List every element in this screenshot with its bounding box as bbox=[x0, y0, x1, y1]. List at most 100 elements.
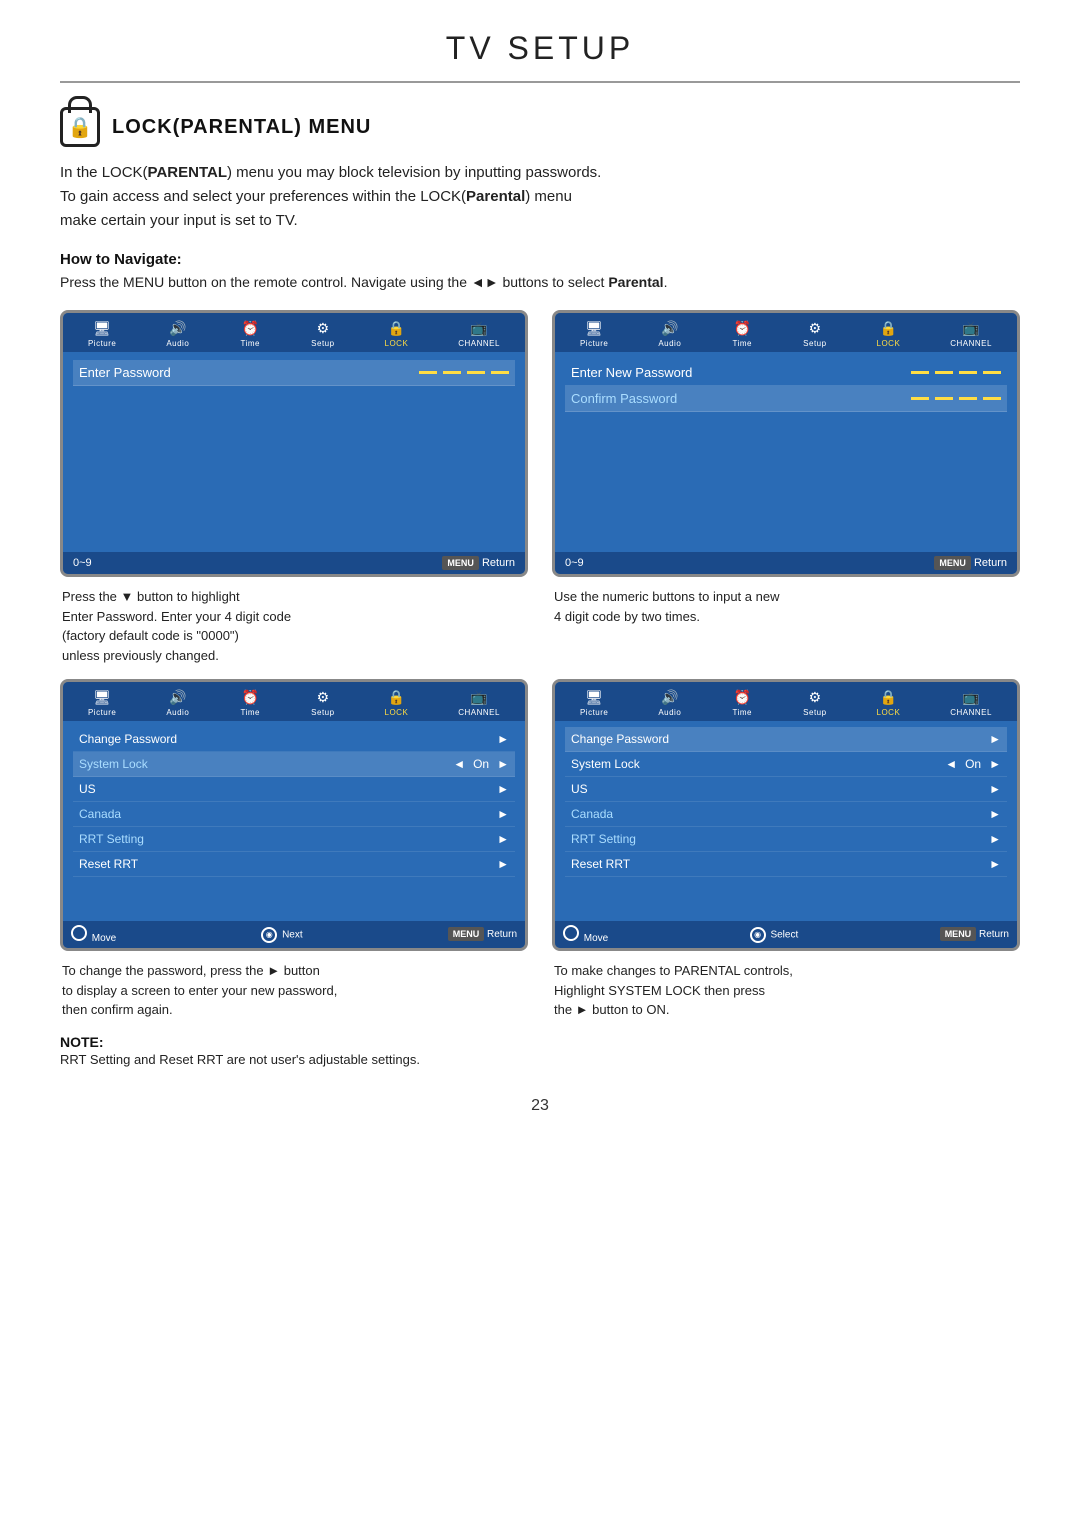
change-password-arrow-4: ► bbox=[989, 732, 1001, 746]
screen1-content: Enter Password bbox=[63, 352, 525, 552]
circle-move-icon-4 bbox=[563, 925, 579, 941]
canada-label: Canada bbox=[79, 807, 497, 821]
screen2-content: Enter New Password Confirm Password bbox=[555, 352, 1017, 552]
lock-menu-icon-2: 🔒 bbox=[877, 319, 899, 337]
screen1-keys: 0~9 bbox=[73, 557, 92, 569]
picture-icon-3: 🖥 bbox=[91, 688, 113, 706]
lock-canada-4: Canada ► bbox=[565, 802, 1007, 827]
menu-item-setup-3: ⚙ Setup bbox=[311, 688, 334, 717]
lock-menu-icon-3: 🔒 bbox=[385, 688, 407, 706]
screen4: 🖥 Picture 🔊 Audio ⏰ Time ⚙ Setup bbox=[552, 679, 1020, 951]
screen1: 🖥 Picture 🔊 Audio ⏰ Time ⚙ Setup bbox=[60, 310, 528, 577]
screen4-caption: To make changes to PARENTAL controls, Hi… bbox=[552, 961, 1020, 1020]
screen2-return-group: MENU Return bbox=[934, 557, 1007, 569]
dash-n4 bbox=[983, 371, 1001, 374]
lock-menu-icon-4: 🔒 bbox=[877, 688, 899, 706]
system-lock-left-arrow: ◄ bbox=[453, 757, 465, 771]
audio-icon: 🔊 bbox=[167, 319, 189, 337]
system-lock-arrow: ► bbox=[497, 757, 509, 771]
menu-bar-2: 🖥 Picture 🔊 Audio ⏰ Time ⚙ Setup bbox=[555, 313, 1017, 352]
time-icon-3: ⏰ bbox=[239, 688, 261, 706]
screen3-return-group: MENU Return bbox=[448, 929, 517, 940]
system-lock-label-4: System Lock bbox=[571, 757, 945, 771]
lock-menu-icon: 🔒 bbox=[385, 319, 407, 337]
dash3 bbox=[467, 371, 485, 374]
menu-bar-3: 🖥 Picture 🔊 Audio ⏰ Time ⚙ Setup bbox=[63, 682, 525, 721]
change-password-arrow: ► bbox=[497, 732, 509, 746]
change-password-label: Change Password bbox=[79, 732, 497, 746]
screen3-next-group: ◉ Next bbox=[261, 927, 302, 943]
lock-rrt-setting: RRT Setting ► bbox=[73, 827, 515, 852]
lock-icon: 🔒 bbox=[60, 107, 100, 147]
screen4-bottom: Move ◉ Select MENU Return bbox=[555, 921, 1017, 948]
section-header: 🔒 LOCK(PARENTAL) MENU bbox=[60, 107, 1020, 147]
audio-icon-4: 🔊 bbox=[659, 688, 681, 706]
menu-item-picture-2: 🖥 Picture bbox=[580, 319, 608, 348]
menu-btn-4: MENU bbox=[940, 927, 977, 941]
description: In the LOCK(PARENTAL) menu you may block… bbox=[60, 161, 1020, 233]
enter-new-password-label: Enter New Password bbox=[571, 365, 903, 380]
screen1-wrap: 🖥 Picture 🔊 Audio ⏰ Time ⚙ Setup bbox=[60, 310, 528, 665]
circle-select-icon-4: ◉ bbox=[750, 927, 766, 943]
screen4-content: Change Password ► System Lock ◄ On ► US … bbox=[555, 721, 1017, 921]
how-to-label: How to Navigate: bbox=[60, 251, 1020, 268]
menu-item-lock-4: 🔒 LOCK bbox=[877, 688, 901, 717]
reset-rrt-label: Reset RRT bbox=[79, 857, 497, 871]
us-label-4: US bbox=[571, 782, 989, 796]
rrt-setting-label-4: RRT Setting bbox=[571, 832, 989, 846]
screen3-spacer bbox=[73, 877, 515, 897]
screen2-spacer bbox=[565, 412, 1007, 512]
us-label: US bbox=[79, 782, 497, 796]
dash-n3 bbox=[959, 371, 977, 374]
screen2-caption: Use the numeric buttons to input a new 4… bbox=[552, 587, 1020, 626]
canada-arrow: ► bbox=[497, 807, 509, 821]
lock-reset-rrt: Reset RRT ► bbox=[73, 852, 515, 877]
dash-c2 bbox=[935, 397, 953, 400]
system-lock-value-4: On bbox=[965, 757, 981, 771]
menu-item-channel-2: 📺 CHANNEL bbox=[950, 319, 992, 348]
reset-rrt-arrow-4: ► bbox=[989, 857, 1001, 871]
dash4 bbox=[491, 371, 509, 374]
setup-icon-2: ⚙ bbox=[804, 319, 826, 337]
lock-system-lock: System Lock ◄ On ► bbox=[73, 752, 515, 777]
lock-change-password: Change Password ► bbox=[73, 727, 515, 752]
menu-item-channel: 📺 CHANNEL bbox=[458, 319, 500, 348]
menu-item-lock-3: 🔒 LOCK bbox=[385, 688, 409, 717]
screen2-bottom: 0~9 MENU Return bbox=[555, 552, 1017, 574]
reset-rrt-arrow: ► bbox=[497, 857, 509, 871]
screen4-select-group: ◉ Select bbox=[750, 927, 799, 943]
enter-password-label: Enter Password bbox=[79, 365, 411, 380]
menu-item-time-2: ⏰ Time bbox=[731, 319, 753, 348]
screen1-caption: Press the ▼ button to highlight Enter Pa… bbox=[60, 587, 528, 665]
menu-item-picture-4: 🖥 Picture bbox=[580, 688, 608, 717]
menu-btn-1: MENU bbox=[442, 556, 479, 570]
screen4-spacer bbox=[565, 877, 1007, 897]
picture-icon-2: 🖥 bbox=[583, 319, 605, 337]
system-lock-arrow-4: ► bbox=[989, 757, 1001, 771]
us-arrow: ► bbox=[497, 782, 509, 796]
time-icon-2: ⏰ bbox=[731, 319, 753, 337]
screen1-bottom: 0~9 MENU Return bbox=[63, 552, 525, 574]
screen4-wrap: 🖥 Picture 🔊 Audio ⏰ Time ⚙ Setup bbox=[552, 679, 1020, 1020]
menu-item-setup-4: ⚙ Setup bbox=[803, 688, 826, 717]
setup-icon-4: ⚙ bbox=[804, 688, 826, 706]
circle-next-icon: ◉ bbox=[261, 927, 277, 943]
new-password-dashes bbox=[911, 371, 1001, 374]
menu-item-setup-2: ⚙ Setup bbox=[803, 319, 826, 348]
menu-item-lock: 🔒 LOCK bbox=[385, 319, 409, 348]
system-lock-left-arrow-4: ◄ bbox=[945, 757, 957, 771]
dash2 bbox=[443, 371, 461, 374]
channel-icon-4: 📺 bbox=[960, 688, 982, 706]
dash-n1 bbox=[911, 371, 929, 374]
screen2-keys: 0~9 bbox=[565, 557, 584, 569]
canada-label-4: Canada bbox=[571, 807, 989, 821]
screen2: 🖥 Picture 🔊 Audio ⏰ Time ⚙ Setup bbox=[552, 310, 1020, 577]
circle-move-icon bbox=[71, 925, 87, 941]
enter-new-password-row: Enter New Password bbox=[565, 360, 1007, 386]
page-number: 23 bbox=[60, 1097, 1020, 1115]
audio-icon-3: 🔊 bbox=[167, 688, 189, 706]
password-dashes bbox=[419, 371, 509, 374]
screen1-spacer bbox=[73, 386, 515, 506]
lock-us: US ► bbox=[73, 777, 515, 802]
lock-canada: Canada ► bbox=[73, 802, 515, 827]
